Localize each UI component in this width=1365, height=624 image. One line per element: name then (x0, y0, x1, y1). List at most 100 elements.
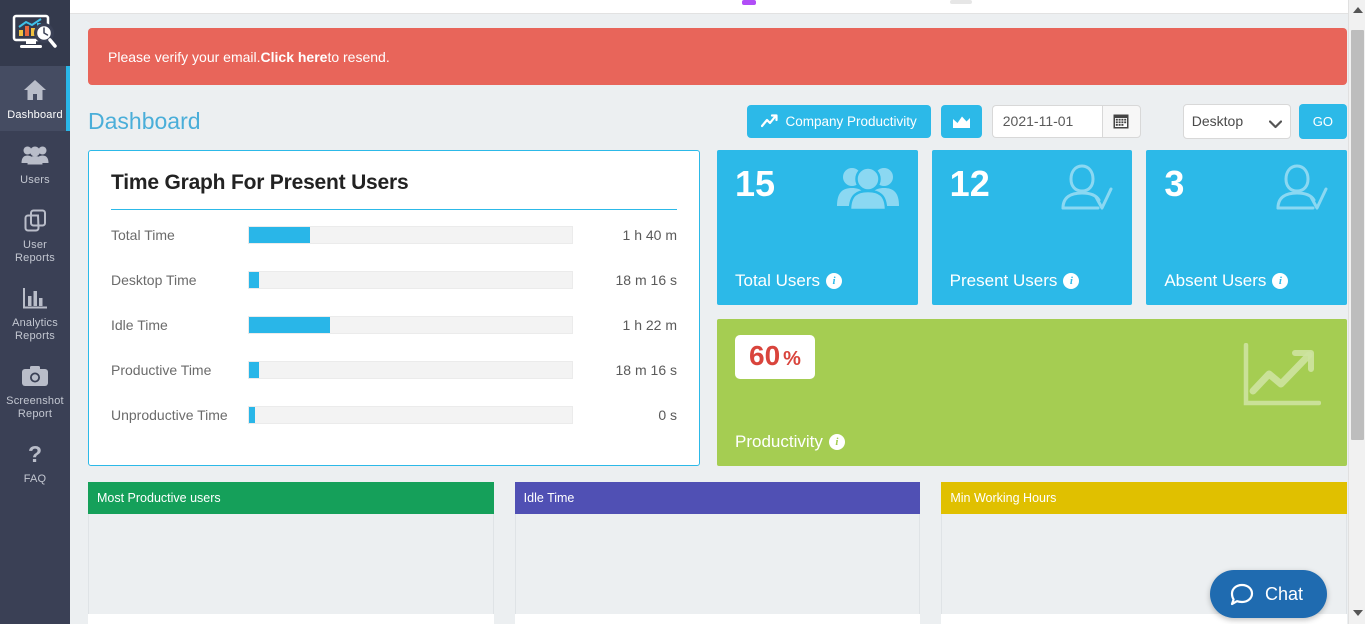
group-users-icon (836, 164, 900, 217)
time-graph-card: Time Graph For Present Users Total Time 1… (88, 150, 700, 466)
bar-label: Desktop Time (111, 272, 197, 288)
productivity-card[interactable]: 60 % Productivity i (717, 319, 1347, 466)
stat-card-label-group: Total Users i (735, 271, 843, 291)
page-title: Dashboard (88, 107, 201, 134)
sidebar-item-label: Analytics (12, 317, 58, 329)
company-productivity-button[interactable]: Company Productivity (747, 104, 931, 138)
sidebar-item-dashboard[interactable]: Dashboard (0, 66, 70, 131)
panel-footer (514, 614, 921, 624)
device-select[interactable]: Desktop Mobile (1182, 103, 1291, 139)
bar-label: Total Time (111, 227, 175, 243)
navbar-badge-sliver (742, 0, 756, 5)
sidebar-item-label: Screenshot (6, 395, 64, 407)
chat-bubble-icon (1230, 583, 1254, 605)
line-chart-icon (761, 114, 779, 128)
bar-label: Productive Time (111, 362, 212, 378)
stat-card-absent-users[interactable]: 3 Absent Users i (1146, 150, 1348, 305)
alert-text-after: to resend. (327, 48, 390, 65)
info-icon[interactable]: i (828, 434, 845, 450)
vertical-scrollbar-thumb[interactable] (1351, 30, 1364, 440)
bar-fill (249, 272, 259, 288)
bar-fill (249, 407, 256, 423)
dashboard-top-row: Time Graph For Present Users Total Time 1… (88, 150, 1348, 466)
date-picker-group (991, 104, 1141, 138)
sidebar-item-label-2: Report (17, 408, 53, 420)
productivity-label-group: Productivity i (735, 432, 845, 452)
resend-verification-link[interactable]: Click here (261, 49, 328, 65)
dashboard-page: Dashboard Users User Reports Analytics R… (0, 0, 1365, 624)
productivity-label: Productivity (735, 432, 823, 451)
time-graph-bar-row: Idle Time 1 h 22 m (111, 305, 677, 345)
stat-label: Total Users (735, 271, 821, 290)
stat-cards-row: 15 Total Users i 12 Present Users i 3 Ab… (717, 150, 1348, 305)
area-chart-icon (952, 116, 970, 128)
bar-value: 0 s (658, 407, 677, 423)
stat-card-total-users[interactable]: 15 Total Users i (717, 150, 918, 305)
panel-body (514, 514, 921, 614)
time-graph-bars: Total Time 1 h 40 m Desktop Time 18 m 16 s I… (111, 215, 677, 435)
vertical-scrollbar[interactable] (1348, 0, 1365, 624)
productivity-monitor-logo-icon (12, 14, 57, 48)
chat-label: Chat (1264, 583, 1303, 604)
date-input[interactable] (991, 104, 1102, 138)
user-check-icon (1058, 164, 1114, 217)
svg-text:?: ? (28, 442, 42, 466)
bottom-panel: Idle Time (514, 482, 921, 624)
calendar-icon (1113, 114, 1129, 129)
panel-title: Most Productive users (88, 482, 494, 514)
bar-fill (249, 227, 311, 243)
main-content: Please verify your email. Click here to … (70, 0, 1365, 624)
app-logo[interactable] (0, 0, 70, 66)
chart-view-toggle-button[interactable] (940, 104, 982, 138)
sidebar-item-screenshot-report[interactable]: Screenshot Report (0, 352, 70, 430)
content-scroll-area: Please verify your email. Click here to … (70, 15, 1365, 624)
stat-card-present-users[interactable]: 12 Present Users i (931, 150, 1133, 305)
bar-value: 1 h 22 m (622, 317, 677, 333)
info-icon[interactable]: i (1272, 273, 1289, 289)
time-graph-bar-row: Total Time 1 h 40 m (111, 215, 677, 255)
user-check-icon (1273, 164, 1329, 217)
company-productivity-label: Company Productivity (785, 113, 917, 129)
home-icon (23, 76, 47, 104)
email-verification-alert: Please verify your email. Click here to … (88, 28, 1347, 85)
info-icon[interactable]: i (826, 273, 843, 289)
page-header-row: Dashboard Company Productivity 2021-11-0… (88, 99, 1347, 143)
productivity-percent-symbol: % (783, 348, 801, 370)
sidebar-item-label: User Reports (15, 239, 55, 264)
panel-body (88, 514, 494, 614)
dashboard-bottom-row: Most Productive users Idle Time Min Workin… (88, 482, 1348, 624)
time-graph-bar-row: Productive Time 18 m 16 s (111, 350, 677, 390)
sidebar-item-faq[interactable]: ? FAQ (0, 430, 70, 495)
sidebar-item-label: FAQ (23, 473, 47, 485)
stats-column: 15 Total Users i 12 Present Users i 3 Ab… (717, 150, 1348, 466)
sidebar-item-analytics-reports[interactable]: Analytics Reports (0, 274, 70, 352)
trending-up-chart-icon (1243, 342, 1322, 412)
dashboard-toolbar: Company Productivity 2021-11-01 Desktop … (747, 103, 1347, 139)
documents-icon (23, 206, 47, 234)
time-graph-bar-row: Unproductive Time 0 s (111, 395, 677, 435)
sidebar-item-users[interactable]: Users (0, 131, 70, 196)
chat-widget-button[interactable]: Chat (1209, 570, 1327, 618)
bar-fill (249, 317, 330, 333)
scroll-down-arrow-icon[interactable] (1349, 604, 1365, 621)
bar-track (248, 271, 573, 289)
bar-label: Unproductive Time (111, 407, 228, 423)
stat-card-label-group: Present Users i (950, 271, 1080, 291)
sidebar-item-user-reports[interactable]: User Reports (0, 196, 70, 274)
bar-track (248, 406, 573, 424)
calendar-button[interactable] (1101, 104, 1141, 138)
go-button[interactable]: GO (1298, 103, 1347, 139)
device-filter-group: Desktop Mobile GO (1182, 103, 1347, 139)
bottom-panel: Most Productive users (88, 482, 494, 624)
productivity-value: 60 (749, 340, 781, 371)
stat-card-label-group: Absent Users i (1164, 271, 1289, 291)
scroll-up-arrow-icon[interactable] (1349, 1, 1365, 18)
info-icon[interactable]: i (1063, 273, 1080, 289)
users-icon (21, 141, 49, 169)
time-graph-title: Time Graph For Present Users (111, 171, 409, 194)
sidebar: Dashboard Users User Reports Analytics R… (0, 0, 70, 624)
panel-title: Min Working Hours (941, 482, 1348, 514)
bar-fill (249, 362, 259, 378)
top-navbar-partial (70, 0, 1365, 14)
bar-track (248, 361, 573, 379)
